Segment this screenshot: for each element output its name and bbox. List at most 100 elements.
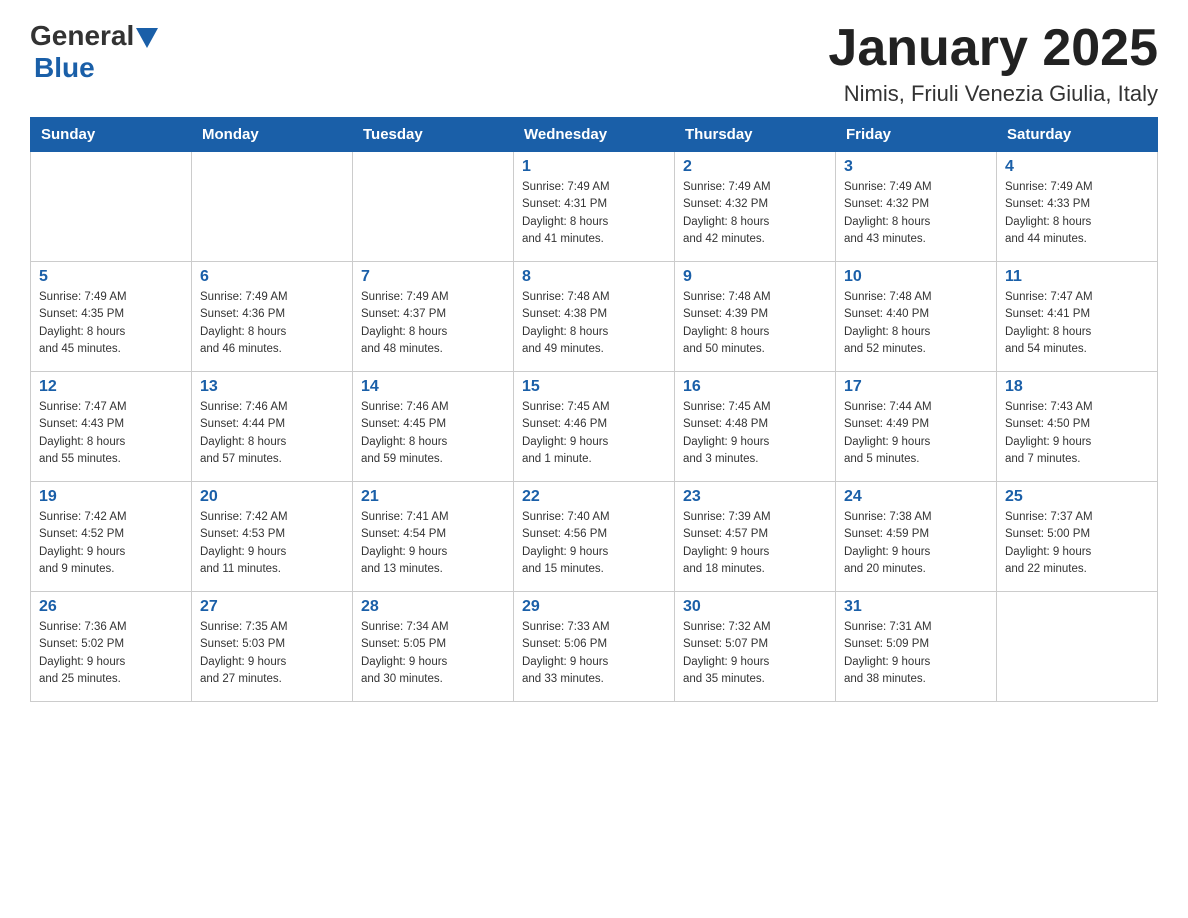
calendar-cell: 22 Sunrise: 7:40 AM Sunset: 4:56 PM Dayli… <box>514 482 675 592</box>
day-info: Sunrise: 7:35 AM Sunset: 5:03 PM Dayligh… <box>200 619 344 688</box>
weekday-header-monday: Monday <box>192 118 353 152</box>
day-info: Sunrise: 7:33 AM Sunset: 5:06 PM Dayligh… <box>522 619 666 688</box>
calendar-header: SundayMondayTuesdayWednesdayThursdayFrid… <box>31 118 1158 152</box>
day-info: Sunrise: 7:48 AM Sunset: 4:38 PM Dayligh… <box>522 289 666 358</box>
day-number: 2 <box>683 158 827 176</box>
calendar-cell: 15Sunrise: 7:45 AM Sunset: 4:46 PM Dayli… <box>514 372 675 482</box>
calendar-cell: 13Sunrise: 7:46 AM Sunset: 4:44 PM Dayli… <box>192 372 353 482</box>
day-info: Sunrise: 7:39 AM Sunset: 4:57 PM Dayligh… <box>683 509 827 578</box>
day-number: 29 <box>522 598 666 616</box>
calendar-cell: 5 Sunrise: 7:49 AM Sunset: 4:35 PM Daylig… <box>31 262 192 372</box>
calendar-cell: 19 Sunrise: 7:42 AM Sunset: 4:52 PM Dayli… <box>31 482 192 592</box>
day-info: Sunrise: 7:47 AM Sunset: 4:41 PM Dayligh… <box>1005 289 1149 358</box>
calendar-cell: 17 Sunrise: 7:44 AM Sunset: 4:49 PM Dayli… <box>836 372 997 482</box>
day-number: 23 <box>683 488 827 506</box>
logo-blue-text: Blue <box>34 52 95 83</box>
day-info: Sunrise: 7:38 AM Sunset: 4:59 PM Dayligh… <box>844 509 988 578</box>
day-info: Sunrise: 7:45 AM Sunset: 4:48 PM Dayligh… <box>683 399 827 468</box>
day-info: Sunrise: 7:44 AM Sunset: 4:49 PM Dayligh… <box>844 399 988 468</box>
week-row-0: 1 Sunrise: 7:49 AM Sunset: 4:31 PM Daylig… <box>31 152 1158 262</box>
weekday-header-saturday: Saturday <box>997 118 1158 152</box>
weekday-header-wednesday: Wednesday <box>514 118 675 152</box>
week-row-4: 26Sunrise: 7:36 AM Sunset: 5:02 PM Dayli… <box>31 592 1158 702</box>
day-info: Sunrise: 7:49 AM Sunset: 4:36 PM Dayligh… <box>200 289 344 358</box>
logo-triangle-icon <box>136 28 158 48</box>
day-number: 25 <box>1005 488 1149 506</box>
day-info: Sunrise: 7:37 AM Sunset: 5:00 PM Dayligh… <box>1005 509 1149 578</box>
day-number: 20 <box>200 488 344 506</box>
day-info: Sunrise: 7:34 AM Sunset: 5:05 PM Dayligh… <box>361 619 505 688</box>
day-number: 6 <box>200 268 344 286</box>
calendar-cell: 2 Sunrise: 7:49 AM Sunset: 4:32 PM Daylig… <box>675 152 836 262</box>
day-number: 4 <box>1005 158 1149 176</box>
day-info: Sunrise: 7:49 AM Sunset: 4:32 PM Dayligh… <box>844 179 988 248</box>
calendar-cell: 18Sunrise: 7:43 AM Sunset: 4:50 PM Dayli… <box>997 372 1158 482</box>
calendar-cell: 20Sunrise: 7:42 AM Sunset: 4:53 PM Dayli… <box>192 482 353 592</box>
calendar-cell: 8 Sunrise: 7:48 AM Sunset: 4:38 PM Daylig… <box>514 262 675 372</box>
day-info: Sunrise: 7:36 AM Sunset: 5:02 PM Dayligh… <box>39 619 183 688</box>
calendar-cell: 30 Sunrise: 7:32 AM Sunset: 5:07 PM Dayli… <box>675 592 836 702</box>
month-title: January 2025 <box>828 20 1158 77</box>
calendar-cell: 7Sunrise: 7:49 AM Sunset: 4:37 PM Daylig… <box>353 262 514 372</box>
logo: General Blue <box>30 20 158 84</box>
calendar-table: SundayMondayTuesdayWednesdayThursdayFrid… <box>30 117 1158 702</box>
calendar-cell: 6 Sunrise: 7:49 AM Sunset: 4:36 PM Daylig… <box>192 262 353 372</box>
day-info: Sunrise: 7:48 AM Sunset: 4:40 PM Dayligh… <box>844 289 988 358</box>
day-number: 10 <box>844 268 988 286</box>
day-number: 1 <box>522 158 666 176</box>
day-number: 27 <box>200 598 344 616</box>
calendar-cell: 21Sunrise: 7:41 AM Sunset: 4:54 PM Dayli… <box>353 482 514 592</box>
day-info: Sunrise: 7:49 AM Sunset: 4:32 PM Dayligh… <box>683 179 827 248</box>
day-number: 22 <box>522 488 666 506</box>
day-number: 8 <box>522 268 666 286</box>
day-info: Sunrise: 7:43 AM Sunset: 4:50 PM Dayligh… <box>1005 399 1149 468</box>
day-number: 16 <box>683 378 827 396</box>
week-row-3: 19 Sunrise: 7:42 AM Sunset: 4:52 PM Dayli… <box>31 482 1158 592</box>
day-info: Sunrise: 7:31 AM Sunset: 5:09 PM Dayligh… <box>844 619 988 688</box>
calendar-cell: 23 Sunrise: 7:39 AM Sunset: 4:57 PM Dayli… <box>675 482 836 592</box>
weekday-header-sunday: Sunday <box>31 118 192 152</box>
day-info: Sunrise: 7:46 AM Sunset: 4:45 PM Dayligh… <box>361 399 505 468</box>
weekday-header-thursday: Thursday <box>675 118 836 152</box>
calendar-cell: 1 Sunrise: 7:49 AM Sunset: 4:31 PM Daylig… <box>514 152 675 262</box>
day-number: 11 <box>1005 268 1149 286</box>
day-info: Sunrise: 7:49 AM Sunset: 4:33 PM Dayligh… <box>1005 179 1149 248</box>
day-info: Sunrise: 7:49 AM Sunset: 4:35 PM Dayligh… <box>39 289 183 358</box>
calendar-cell: 27 Sunrise: 7:35 AM Sunset: 5:03 PM Dayli… <box>192 592 353 702</box>
logo-general-text: General <box>30 20 134 52</box>
day-number: 30 <box>683 598 827 616</box>
calendar-cell <box>31 152 192 262</box>
day-number: 21 <box>361 488 505 506</box>
day-info: Sunrise: 7:49 AM Sunset: 4:31 PM Dayligh… <box>522 179 666 248</box>
location-title: Nimis, Friuli Venezia Giulia, Italy <box>828 81 1158 107</box>
calendar-body: 1 Sunrise: 7:49 AM Sunset: 4:31 PM Daylig… <box>31 152 1158 702</box>
day-info: Sunrise: 7:47 AM Sunset: 4:43 PM Dayligh… <box>39 399 183 468</box>
weekday-header-friday: Friday <box>836 118 997 152</box>
day-number: 12 <box>39 378 183 396</box>
day-number: 28 <box>361 598 505 616</box>
calendar-cell: 28 Sunrise: 7:34 AM Sunset: 5:05 PM Dayli… <box>353 592 514 702</box>
day-number: 19 <box>39 488 183 506</box>
calendar-cell: 24 Sunrise: 7:38 AM Sunset: 4:59 PM Dayli… <box>836 482 997 592</box>
day-info: Sunrise: 7:49 AM Sunset: 4:37 PM Dayligh… <box>361 289 505 358</box>
page-header: General Blue January 2025 Nimis, Friuli … <box>30 20 1158 107</box>
day-info: Sunrise: 7:32 AM Sunset: 5:07 PM Dayligh… <box>683 619 827 688</box>
calendar-cell: 16 Sunrise: 7:45 AM Sunset: 4:48 PM Dayli… <box>675 372 836 482</box>
calendar-cell: 29 Sunrise: 7:33 AM Sunset: 5:06 PM Dayli… <box>514 592 675 702</box>
calendar-cell: 31 Sunrise: 7:31 AM Sunset: 5:09 PM Dayli… <box>836 592 997 702</box>
day-info: Sunrise: 7:40 AM Sunset: 4:56 PM Dayligh… <box>522 509 666 578</box>
day-number: 17 <box>844 378 988 396</box>
day-info: Sunrise: 7:42 AM Sunset: 4:52 PM Dayligh… <box>39 509 183 578</box>
day-number: 24 <box>844 488 988 506</box>
calendar-cell <box>997 592 1158 702</box>
week-row-1: 5 Sunrise: 7:49 AM Sunset: 4:35 PM Daylig… <box>31 262 1158 372</box>
calendar-cell: 12 Sunrise: 7:47 AM Sunset: 4:43 PM Dayli… <box>31 372 192 482</box>
calendar-cell: 10 Sunrise: 7:48 AM Sunset: 4:40 PM Dayli… <box>836 262 997 372</box>
day-number: 31 <box>844 598 988 616</box>
day-number: 5 <box>39 268 183 286</box>
weekday-header-row: SundayMondayTuesdayWednesdayThursdayFrid… <box>31 118 1158 152</box>
day-number: 14 <box>361 378 505 396</box>
day-info: Sunrise: 7:48 AM Sunset: 4:39 PM Dayligh… <box>683 289 827 358</box>
title-area: January 2025 Nimis, Friuli Venezia Giuli… <box>828 20 1158 107</box>
day-number: 3 <box>844 158 988 176</box>
